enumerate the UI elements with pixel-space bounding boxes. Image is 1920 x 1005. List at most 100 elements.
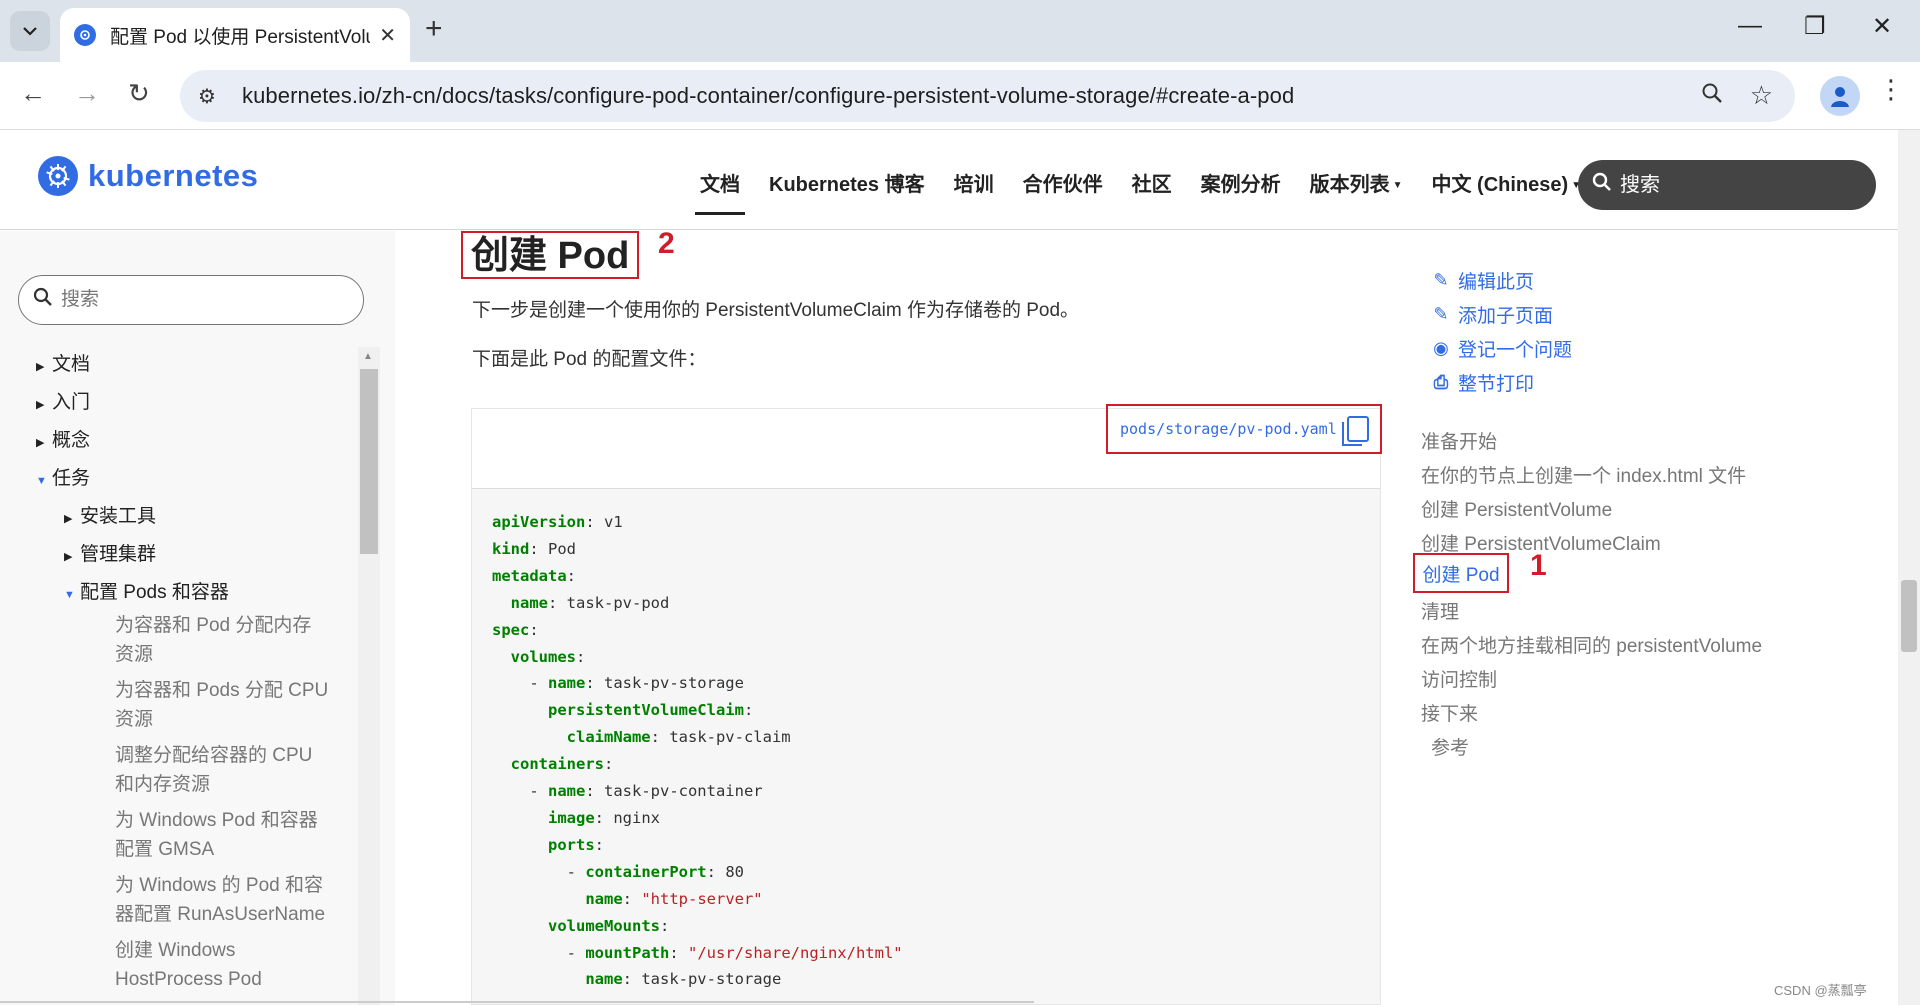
nav-docs[interactable]: 文档 [695,168,745,215]
yaml-key: containers [510,755,604,774]
intro-paragraph: 下一步是创建一个使用你的 PersistentVolumeClaim 作为存储卷… [472,300,1080,321]
sidebar-search-input[interactable] [61,289,331,311]
sidebar-item-concepts[interactable]: ▶ 概念 [36,425,90,452]
sidebar-leaf[interactable]: 为 Windows Pod 和容器配置 GMSA [115,806,330,864]
annotation-badge-1: 1 [1530,549,1547,582]
sidebar-item-label: 安装工具 [80,506,157,527]
sidebar-item-label: 配置 Pods 和容器 [80,582,229,603]
sidebar-scrollbar-thumb[interactable] [360,369,378,554]
site-header: kubernetes 文档 Kubernetes 博客 培训 合作伙伴 社区 案… [0,130,1900,230]
yaml-text: : [669,943,688,962]
nav-label: 培训 [953,174,994,196]
toc-item[interactable]: 访问控制 [1421,665,1497,692]
nav-case-studies[interactable]: 案例分析 [1201,168,1281,197]
toc-item[interactable]: 清理 [1421,597,1459,624]
toc-item[interactable]: 参考 [1431,733,1469,760]
kubernetes-favicon [74,24,96,46]
code-line: - mountPath: "/usr/share/nginx/html" [492,940,1380,967]
sidebar-search[interactable] [18,275,364,325]
caret-right-icon: ▶ [64,513,73,525]
yaml-text: - [492,862,586,881]
close-window-icon[interactable]: ✕ [1872,12,1892,41]
edit-page-link[interactable]: ✎ 编辑此页 [1430,267,1534,294]
bookmark-star-icon[interactable]: ☆ [1750,80,1773,111]
scroll-up-icon[interactable]: ▲ [363,351,373,362]
page-scrollbar[interactable] [1898,130,1920,1005]
code-line: name: task-pv-pod [492,590,1380,617]
page-scrollbar-thumb[interactable] [1901,580,1917,652]
caret-right-icon: ▶ [36,361,45,373]
site-search-input[interactable] [1620,173,1840,197]
code-file-link[interactable]: pods/storage/pv-pod.yaml [1106,404,1382,454]
yaml-text: : [622,889,642,908]
main-nav: 文档 Kubernetes 博客 培训 合作伙伴 社区 案例分析 版本列表 ▼ 中… [695,168,1610,215]
docs-sidebar: ▶ 文档 ▶ 入门 ▶ 概念 ▼ 任务 ▶ 安装工具 ▶ 管理集群 ▼ 配置 Pods 和容器… [0,231,395,1005]
back-icon[interactable]: ← [20,78,46,109]
copy-icon[interactable] [1341,416,1369,446]
yaml-text: : [594,835,605,854]
sidebar-leaf[interactable]: 为 Windows 的 Pod 和容器配置 RunAsUserName [115,871,330,929]
nav-label: 合作伙伴 [1022,174,1103,196]
minimize-icon[interactable]: — [1738,12,1762,40]
sidebar-leaf[interactable]: 调整分配给容器的 CPU 和内存资源 [115,741,330,799]
toc-item-active[interactable]: 创建 Pod [1413,553,1509,593]
menu-icon[interactable]: ⋮ [1878,74,1904,105]
toc-item[interactable]: 创建 PersistentVolume [1421,495,1612,522]
yaml-text [492,809,548,827]
sidebar-scrollbar[interactable]: ▲ [358,347,380,1005]
create-issue-link[interactable]: ◉ 登记一个问题 [1430,335,1572,362]
url-text[interactable]: kubernetes.io/zh-cn/docs/tasks/configure… [242,83,1294,109]
yaml-text: : Pod [529,539,576,558]
sidebar-item-administer-cluster[interactable]: ▶ 管理集群 [64,539,156,566]
yaml-text [492,890,585,908]
sidebar-item-configure-pods[interactable]: ▼ 配置 Pods 和容器 [64,577,229,604]
yaml-string: "/usr/share/nginx/html" [688,943,903,962]
code-file-name[interactable]: pods/storage/pv-pod.yaml [1120,420,1337,438]
toc-item[interactable]: 在你的节点上创建一个 index.html 文件 [1421,461,1746,488]
yaml-text: - [492,674,548,693]
site-info-icon[interactable]: ⚙ [198,84,232,109]
code-line: image: nginx [492,805,1380,832]
nav-blog[interactable]: Kubernetes 博客 [769,168,925,197]
yaml-key: name [510,593,548,612]
zoom-icon[interactable] [1701,82,1723,110]
yaml-key: name [548,782,586,801]
code-line: ports: [492,832,1380,859]
yaml-text: : [566,566,576,585]
nav-community[interactable]: 社区 [1132,168,1172,197]
reload-icon[interactable]: ↻ [128,78,150,109]
nav-training[interactable]: 培训 [954,168,994,197]
sidebar-item-docs[interactable]: ▶ 文档 [36,349,90,376]
code-line: persistentVolumeClaim: [492,697,1380,724]
site-logo[interactable]: kubernetes [38,156,258,196]
sidebar-item-getting-started[interactable]: ▶ 入门 [36,387,90,414]
toc-item[interactable]: 准备开始 [1421,427,1497,454]
close-icon[interactable]: ✕ [379,23,396,48]
add-child-page-link[interactable]: ✎ 添加子页面 [1430,301,1553,328]
print-section-link[interactable]: ⎙ 整节打印 [1430,369,1534,396]
browser-tab[interactable]: 配置 Pod 以使用 PersistentVolume 作为存储 ✕ [60,8,410,62]
new-tab-icon[interactable]: + [425,14,443,44]
site-search[interactable] [1578,160,1876,210]
code-line: - name: task-pv-container [492,778,1380,805]
nav-partners[interactable]: 合作伙伴 [1023,168,1103,197]
toc-item[interactable]: 接下来 [1421,699,1478,726]
yaml-key: containerPort [585,862,707,881]
nav-language-dropdown[interactable]: 中文 (Chinese) ▼ [1432,168,1582,197]
yaml-text: - [492,943,586,962]
address-bar[interactable]: ⚙ kubernetes.io/zh-cn/docs/tasks/configu… [180,70,1795,122]
sidebar-leaf[interactable]: 创建 Windows HostProcess Pod [115,936,330,994]
sidebar-item-label: 任务 [52,468,91,489]
sidebar-item-install-tools[interactable]: ▶ 安装工具 [64,501,156,528]
caret-right-icon: ▶ [36,437,45,449]
toc-item[interactable]: 在两个地方挂载相同的 persistentVolume [1421,631,1762,658]
tab-list-icon[interactable] [10,11,50,51]
nav-label: 中文 (Chinese) [1431,174,1569,196]
sidebar-leaf[interactable]: 为容器和 Pod 分配内存资源 [115,611,330,669]
sidebar-item-tasks[interactable]: ▼ 任务 [36,463,90,490]
restore-icon[interactable]: ❐ [1804,12,1826,41]
nav-versions-dropdown[interactable]: 版本列表 ▼ [1310,168,1403,197]
forward-icon[interactable]: → [74,78,100,109]
profile-icon[interactable] [1820,76,1860,116]
sidebar-leaf[interactable]: 为容器和 Pods 分配 CPU 资源 [115,676,330,734]
